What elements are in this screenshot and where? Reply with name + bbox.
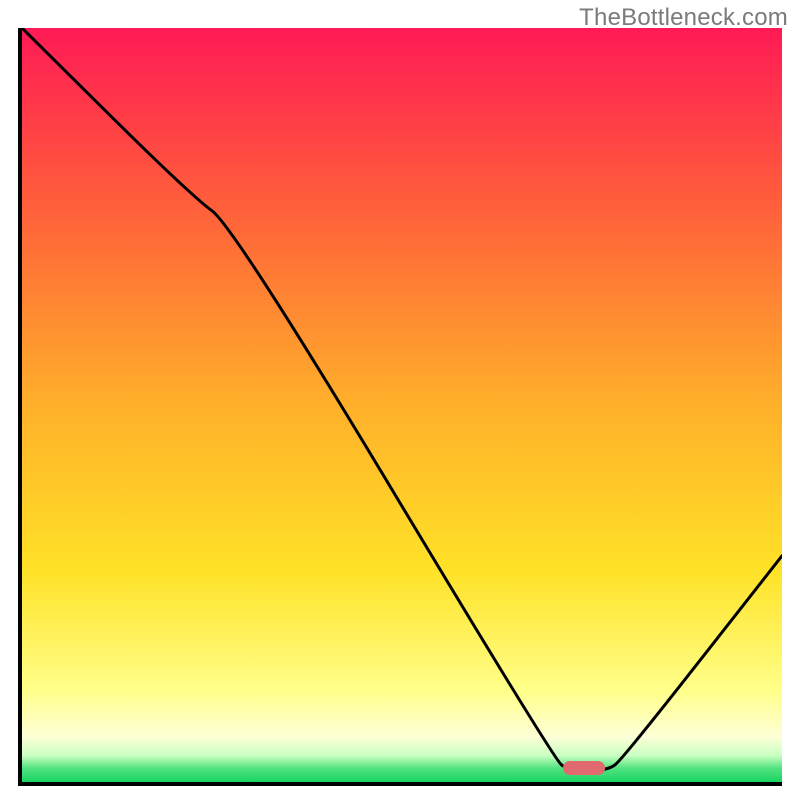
bottleneck-curve <box>22 28 782 782</box>
chart-stage: TheBottleneck.com <box>0 0 800 800</box>
minimum-marker <box>563 761 605 775</box>
plot-frame <box>18 28 782 786</box>
curve-path <box>22 28 782 771</box>
